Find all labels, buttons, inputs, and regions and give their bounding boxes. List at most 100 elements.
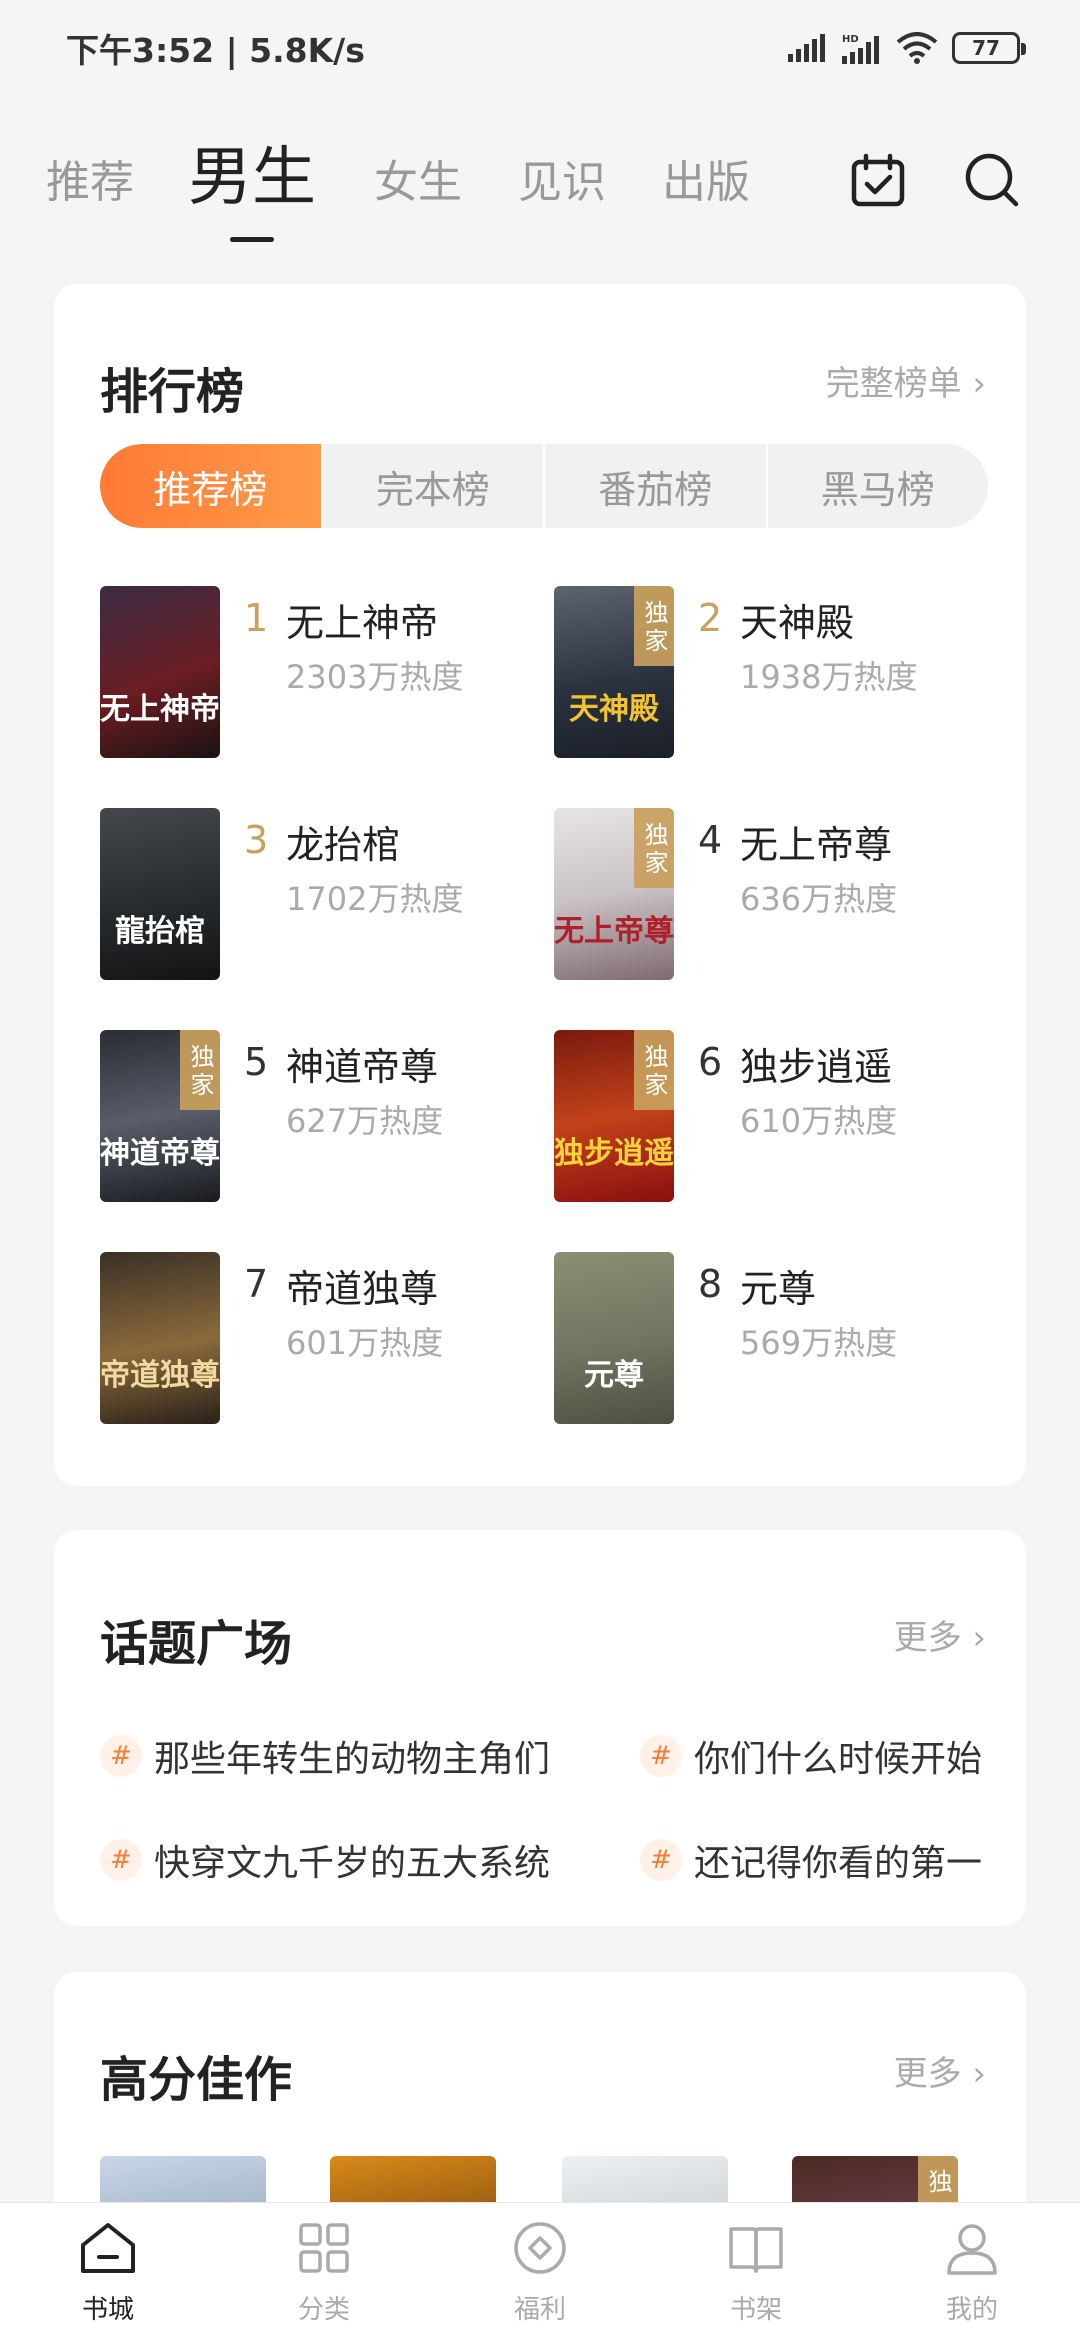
ranking-book-8[interactable]: 元尊 8 元尊 569万热度 xyxy=(554,1252,994,1424)
book-heat: 627万热度 xyxy=(286,1102,444,1140)
high-score-more-link[interactable]: 更多 › xyxy=(894,2046,986,2095)
rank-number: 5 xyxy=(244,1040,269,1084)
book-cover[interactable]: 帝道独尊 xyxy=(100,1252,220,1424)
status-bar: 下午3:52 | 5.8K/s HD 77 xyxy=(0,0,1080,96)
book-title[interactable]: 龙抬棺 xyxy=(286,814,400,869)
ranking-book-1[interactable]: 无上神帝 1 无上神帝 2303万热度 xyxy=(100,586,540,758)
segment-darkhorse[interactable]: 黑马榜 xyxy=(768,444,989,528)
book-cover[interactable]: 元尊 xyxy=(554,1252,674,1424)
cover-title: 帝道独尊 xyxy=(100,1358,220,1393)
bottom-tab-bookshelf[interactable]: 书架 xyxy=(648,2203,864,2340)
battery-icon: 77 xyxy=(952,32,1026,64)
bookstore-icon xyxy=(81,2223,135,2273)
wifi-icon xyxy=(896,32,938,64)
coin-icon xyxy=(514,2222,566,2274)
rank-number: 6 xyxy=(698,1040,723,1084)
battery-level: 77 xyxy=(972,36,1000,60)
hashtag-icon: # xyxy=(100,1839,142,1881)
exclusive-badge: 独家 xyxy=(634,808,674,888)
book-heat: 569万热度 xyxy=(740,1324,898,1362)
book-title[interactable]: 神道帝尊 xyxy=(286,1036,438,1091)
topic-item[interactable]: # 快穿文九千岁的五大系统 xyxy=(100,1830,550,1890)
book-title[interactable]: 无上神帝 xyxy=(286,592,438,647)
tab-female[interactable]: 女生 xyxy=(374,146,462,210)
segment-recommend[interactable]: 推荐榜 xyxy=(100,444,323,528)
tab-publish[interactable]: 出版 xyxy=(662,146,750,210)
book-title[interactable]: 独步逍遥 xyxy=(740,1036,892,1091)
ranking-book-6[interactable]: 独家 独步逍遥 6 独步逍遥 610万热度 xyxy=(554,1030,994,1202)
cover-title: 神道帝尊 xyxy=(100,1136,220,1171)
ranking-title: 排行榜 xyxy=(100,364,245,420)
book-heat: 2303万热度 xyxy=(286,658,464,696)
book-cover[interactable]: 独家 无上帝尊 xyxy=(554,808,674,980)
topic-item[interactable]: # 那些年转生的动物主角们 xyxy=(100,1726,550,1786)
ranking-book-5[interactable]: 独家 神道帝尊 5 神道帝尊 627万热度 xyxy=(100,1030,540,1202)
book-title[interactable]: 无上帝尊 xyxy=(740,814,892,869)
profile-icon xyxy=(947,2224,997,2275)
book-heat: 1938万热度 xyxy=(740,658,918,696)
book-cover[interactable]: 龍抬棺 xyxy=(100,808,220,980)
book-cover[interactable]: 独家 神道帝尊 xyxy=(100,1030,220,1202)
rank-number: 4 xyxy=(698,818,723,862)
book-heat: 610万热度 xyxy=(740,1102,898,1140)
bottom-tab-profile[interactable]: 我的 xyxy=(864,2203,1080,2340)
topic-text: 那些年转生的动物主角们 xyxy=(154,1739,551,1780)
tab-insight[interactable]: 见识 xyxy=(518,146,606,210)
top-nav: 推荐 男生 女生 见识 出版 xyxy=(0,120,1080,242)
exclusive-badge: 独家 xyxy=(634,586,674,666)
ranking-segment: 推荐榜 完本榜 番茄榜 黑马榜 xyxy=(100,444,988,528)
book-title[interactable]: 帝道独尊 xyxy=(286,1258,438,1313)
segment-complete[interactable]: 完本榜 xyxy=(323,444,545,528)
bottom-tab-welfare[interactable]: 福利 xyxy=(432,2203,648,2340)
topics-more-link[interactable]: 更多 › xyxy=(894,1610,986,1659)
exclusive-badge: 独家 xyxy=(634,1030,674,1110)
topic-text: 快穿文九千岁的五大系统 xyxy=(154,1843,551,1884)
svg-text:HD: HD xyxy=(842,34,859,45)
ranking-book-4[interactable]: 独家 无上帝尊 4 无上帝尊 636万热度 xyxy=(554,808,994,980)
bottom-tab-category[interactable]: 分类 xyxy=(216,2203,432,2340)
exclusive-badge: 独 xyxy=(918,2156,958,2206)
bottom-tab-label: 书架 xyxy=(729,2295,782,2325)
bottom-tab-label: 分类 xyxy=(297,2295,350,2325)
hashtag-icon: # xyxy=(640,1735,682,1777)
tab-male[interactable]: 男生 xyxy=(188,126,316,242)
high-score-title: 高分佳作 xyxy=(100,2052,293,2108)
ranking-book-3[interactable]: 龍抬棺 3 龙抬棺 1702万热度 xyxy=(100,808,540,980)
tab-recommend[interactable]: 推荐 xyxy=(46,146,134,210)
book-title[interactable]: 天神殿 xyxy=(740,592,854,647)
book-cover[interactable]: 独家 天神殿 xyxy=(554,586,674,758)
cover-title: 天神殿 xyxy=(569,692,659,727)
topic-item[interactable]: # 还记得你看的第一 xyxy=(640,1830,982,1890)
cover-title: 独步逍遥 xyxy=(554,1136,674,1171)
search-icon[interactable] xyxy=(962,150,1022,210)
rank-number: 2 xyxy=(698,596,723,640)
status-icons: HD 77 xyxy=(786,32,1026,64)
topic-text: 你们什么时候开始 xyxy=(694,1739,983,1780)
book-cover[interactable]: 无上神帝 xyxy=(100,586,220,758)
bottom-tab-label: 书城 xyxy=(81,2295,134,2325)
topic-text: 还记得你看的第一 xyxy=(694,1843,983,1884)
bottom-tab-label: 我的 xyxy=(945,2295,998,2325)
bottom-tab-bookstore[interactable]: 书城 xyxy=(0,2203,216,2340)
exclusive-badge: 独家 xyxy=(180,1030,220,1110)
status-time: 下午3:52 | 5.8K/s xyxy=(66,31,365,70)
book-title[interactable]: 元尊 xyxy=(740,1258,816,1313)
category-grid-icon xyxy=(299,2223,349,2273)
hashtag-icon: # xyxy=(640,1839,682,1881)
rank-number: 1 xyxy=(244,596,269,640)
ranking-book-2[interactable]: 独家 天神殿 2 天神殿 1938万热度 xyxy=(554,586,994,758)
ranking-book-7[interactable]: 帝道独尊 7 帝道独尊 601万热度 xyxy=(100,1252,540,1424)
rank-number: 3 xyxy=(244,818,269,862)
cover-title: 无上神帝 xyxy=(100,692,220,727)
bottom-tab-bar: 书城 分类 福利 书架 我的 xyxy=(0,2202,1080,2340)
bottom-tab-label: 福利 xyxy=(513,2295,566,2325)
full-ranking-link[interactable]: 完整榜单 › xyxy=(826,356,986,405)
topics-card: 话题广场 更多 › # 那些年转生的动物主角们 # 你们什么时候开始 # 快穿文… xyxy=(54,1530,1026,1926)
topic-item[interactable]: # 你们什么时候开始 xyxy=(640,1726,982,1786)
rank-number: 8 xyxy=(698,1262,723,1306)
rank-number: 7 xyxy=(244,1262,269,1306)
segment-fanqie[interactable]: 番茄榜 xyxy=(545,444,768,528)
book-cover[interactable]: 独家 独步逍遥 xyxy=(554,1030,674,1202)
signal-hd-icon: HD xyxy=(842,34,879,64)
calendar-check-icon[interactable] xyxy=(848,150,908,210)
